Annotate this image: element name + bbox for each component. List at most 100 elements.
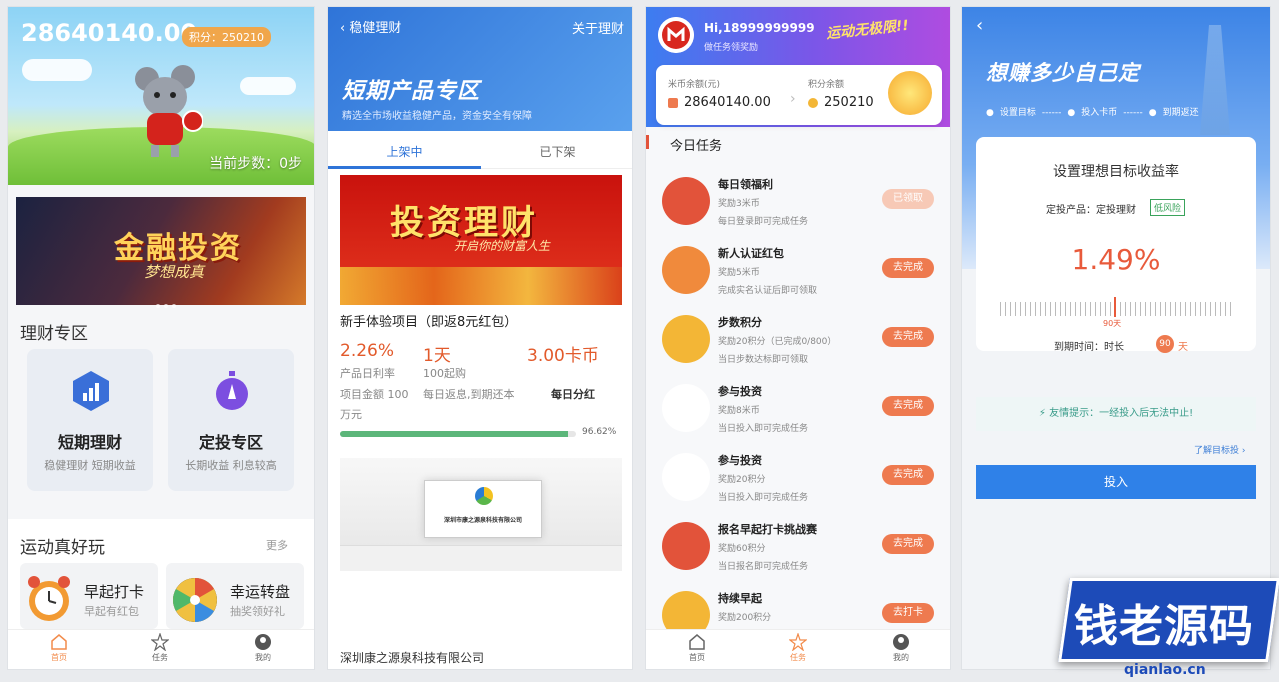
sport-card-title: 早起打卡 — [84, 583, 145, 601]
product-label: 定投产品：定投理财 — [1046, 205, 1136, 216]
product-banner[interactable]: 投资理财 开启你的财富人生 — [340, 175, 622, 305]
duration-slider[interactable] — [1000, 302, 1232, 316]
coins-decoration — [340, 267, 622, 305]
task-item: 报名早起打卡挑战赛 奖励60积分当日报名即可完成任务 去完成 — [646, 516, 950, 584]
card-title: 设置理想目标收益率 — [1053, 164, 1179, 180]
progress-fill — [340, 431, 569, 437]
morning-checkin-card[interactable]: 早起打卡 早起有红包 — [20, 563, 158, 629]
rate-label: 产品日利率 — [340, 367, 395, 380]
more-link[interactable]: 更多 — [266, 537, 288, 553]
term-unit: 天 — [1178, 342, 1188, 353]
tab-profile[interactable]: 我的 — [233, 633, 293, 663]
product-title[interactable]: 新手体验项目（即返8元红包） — [340, 311, 517, 330]
back-button[interactable]: ‹ 稳健理财 — [340, 17, 401, 36]
task-illustration-icon — [662, 315, 710, 363]
product-term: 1天 — [423, 346, 451, 366]
task-action-button[interactable]: 去完成 — [882, 396, 934, 416]
cloud-decoration — [240, 77, 296, 95]
carousel-dots — [156, 293, 180, 312]
task-action-button[interactable]: 去完成 — [882, 327, 934, 347]
balance-card: 米币余额(元) 28640140.00 › 积分余额 250210 — [656, 65, 942, 125]
task-reward: 奖励200积分 — [718, 613, 772, 623]
sale-progress-bar — [340, 431, 576, 437]
task-title: 报名早起打卡挑战赛 — [718, 523, 817, 536]
tab-label: 我的 — [893, 653, 909, 662]
cloud-decoration — [22, 59, 92, 81]
coin-balance-label: 米币余额(元) — [668, 80, 721, 90]
page-subtitle: 精选全市场收益稳健产品，资金安全有保障 — [342, 111, 532, 122]
card-title: 短期理财 — [57, 433, 122, 452]
slider-handle[interactable] — [1114, 297, 1116, 317]
hero-banner: 28640140.00 积分：250210 当前步数：0步 — [8, 7, 314, 185]
task-item: 新人认证红包 奖励5米币 完成实名认证后即可领取 去完成 — [646, 240, 950, 308]
amount-unit: 万元 — [340, 408, 362, 421]
sport-section-title: 运动真好玩 — [20, 538, 105, 558]
balance-amount: 28640140.00 — [21, 19, 198, 47]
step-label: 设置目标 — [999, 108, 1036, 118]
task-description: 完成实名认证后即可领取 — [718, 286, 818, 296]
chevron-right-icon[interactable]: › — [790, 91, 796, 107]
brand-logo-icon — [658, 17, 694, 53]
chart-hexagon-icon — [73, 371, 109, 411]
tasks-screen: Hi,18999999999 做任务领奖励 运动无极限!! 米币余额(元) 28… — [645, 6, 951, 670]
star-icon — [789, 633, 807, 651]
alarm-clock-icon — [28, 576, 70, 621]
risk-badge: 低风险 — [1150, 199, 1186, 216]
task-item: 每日领福利 奖励3米币 每日登录即可完成任务 已领取 — [646, 171, 950, 239]
task-title: 持续早起 — [718, 592, 762, 605]
dividend-label: 每日分红 — [551, 388, 595, 401]
step-divider: ------ — [1041, 108, 1062, 118]
task-reward: 奖励60积分 — [718, 544, 766, 554]
task-item: 参与投资奖励20积分当日投入即可完成任务 去完成 — [646, 447, 950, 515]
step-label: 投入卡币 — [1081, 108, 1118, 118]
short-term-finance-card[interactable]: 短期理财 稳健理财 短期收益 — [27, 349, 153, 491]
back-chevron-icon[interactable]: ‹ — [976, 15, 983, 36]
task-description: 当日报名即可完成任务 — [718, 562, 809, 572]
task-reward: 奖励20积分 — [718, 475, 766, 485]
tab-listed[interactable]: 上架中 — [328, 143, 481, 160]
company-photo: 深圳市康之源泉科技有限公司 — [340, 458, 622, 571]
step-label: 到期返还 — [1162, 108, 1199, 118]
task-reward: 奖励8米币 — [718, 406, 760, 416]
check-icon: ● — [986, 108, 994, 118]
home-icon — [51, 634, 67, 650]
task-item: 参与投资 奖励8米币 当日投入即可完成任务 去完成 — [646, 378, 950, 446]
finance-banner[interactable]: 金融投资 梦想成真 — [16, 197, 306, 308]
points-badge: 积分：250210 — [182, 27, 271, 47]
lucky-wheel-card[interactable]: 幸运转盘 抽奖领好礼 — [166, 563, 304, 629]
invest-button[interactable]: 投入 — [976, 465, 1256, 499]
task-title: 参与投资 — [718, 454, 762, 467]
tab-tasks[interactable]: 任务 — [768, 633, 828, 663]
tab-tasks[interactable]: 任务 — [130, 633, 190, 663]
learn-more-link[interactable]: 了解目标投 › — [1194, 443, 1245, 456]
finance-section-title: 理财专区 — [20, 324, 88, 344]
page-title: 想赚多少自己定 — [986, 61, 1140, 85]
points-icon — [808, 98, 818, 108]
banner-subtitle: 开启你的财富人生 — [454, 239, 551, 253]
home-icon — [689, 634, 705, 650]
about-link[interactable]: 关于理财 — [572, 18, 624, 37]
tab-label: 首页 — [689, 653, 705, 662]
target-investment-screen: ‹ 想赚多少自己定 ● 设置目标 ------ ● 投入卡币 ------ ● 到期返还 设置… — [961, 6, 1271, 670]
product-price: 3.00卡币 — [527, 346, 599, 366]
tab-delisted[interactable]: 已下架 — [481, 143, 632, 160]
friendly-tip: ⚡ 友情提示：一经投入后无法中止! — [976, 397, 1256, 431]
task-action-button[interactable]: 去完成 — [882, 258, 934, 278]
task-action-button[interactable]: 去完成 — [882, 465, 934, 485]
amount-label: 项目金额 100 — [340, 388, 409, 401]
tab-home[interactable]: 首页 — [29, 633, 89, 663]
fixed-investment-card[interactable]: 定投专区 长期收益 利息较高 — [168, 349, 294, 491]
task-description: 每日登录即可完成任务 — [718, 217, 809, 227]
card-title: 定投专区 — [198, 433, 263, 452]
treasure-chest-icon[interactable] — [888, 71, 932, 115]
products-header: ‹ 稳健理财 关于理财 短期产品专区 精选全市场收益稳健产品，资金安全有保障 — [328, 7, 632, 131]
task-action-button[interactable]: 去完成 — [882, 534, 934, 554]
tab-profile[interactable]: 我的 — [871, 633, 931, 663]
tab-home[interactable]: 首页 — [667, 633, 727, 663]
status-tabs: 上架中 已下架 — [328, 131, 632, 169]
tab-label: 任务 — [152, 653, 168, 662]
task-action-button[interactable]: 去打卡 — [882, 603, 934, 623]
watermark-text: 钱老源码 — [1074, 601, 1254, 652]
task-action-button[interactable]: 已领取 — [882, 189, 934, 209]
task-description: 当日投入即可完成任务 — [718, 493, 809, 503]
